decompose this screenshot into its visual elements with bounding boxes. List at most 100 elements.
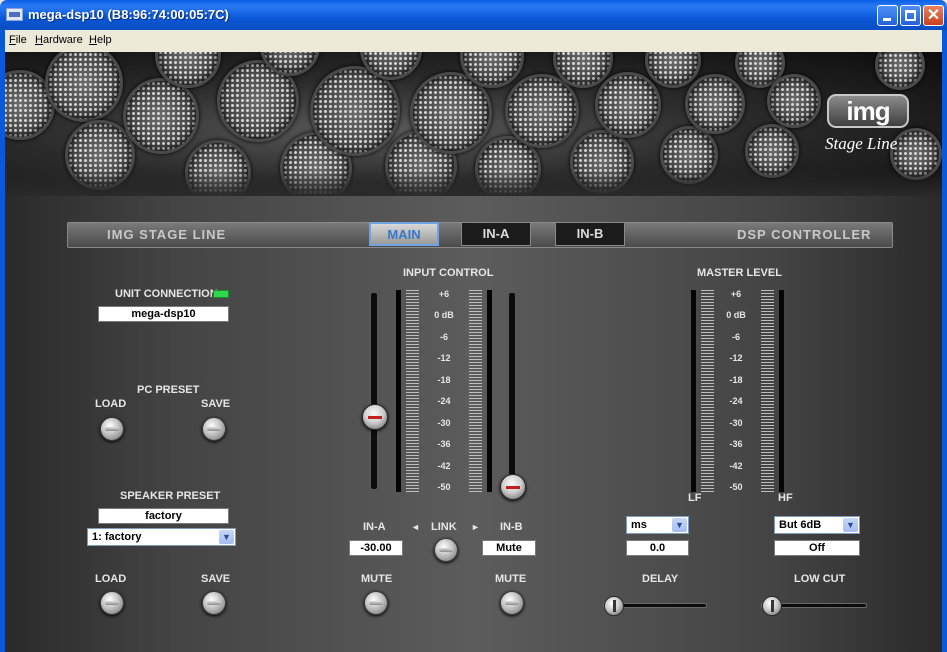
close-button[interactable]: ✕ [923,5,944,26]
in-a-fader-track [370,292,378,490]
minimize-icon [883,18,891,21]
window-border-right [942,30,947,652]
speaker-save-label: SAVE [201,573,231,585]
link-button[interactable] [434,538,458,562]
mute-a-button[interactable] [364,591,388,615]
speaker-preset-label: SPEAKER PRESET [120,490,221,502]
maximize-button[interactable] [900,5,921,26]
close-icon: ✕ [926,7,941,24]
master-scale-tick: +6 [730,289,742,299]
delay-slider-handle[interactable] [604,596,624,616]
input-scale-tick: -12 [437,353,451,363]
brand-label: IMG STAGE LINE [107,227,227,242]
menu-hardware[interactable]: Hardware [35,34,83,46]
speaker-load-label: LOAD [95,573,127,585]
menu-bar: File Hardware Help [5,30,942,52]
master-scale-tick: -18 [729,375,743,385]
speaker-grille [45,52,123,122]
input-scale-tick: -42 [437,461,451,471]
delay-unit-select-value: ms [631,519,647,531]
pc-save-label: SAVE [201,398,231,410]
pc-preset-label: PC PRESET [137,384,200,396]
master-lf-meter [691,290,696,492]
in-b-fader-track [508,292,516,490]
master-scale-tick: -36 [729,439,743,449]
speaker-banner: img Stage Line [5,52,942,196]
chevron-down-icon[interactable]: ▼ [843,518,858,532]
speaker-load-button[interactable] [100,591,124,615]
window-title: mega-dsp10 (B8:96:74:00:05:7C) [28,7,229,22]
input-scale-tick: 0 dB [434,310,454,320]
title-bar[interactable]: mega-dsp10 (B8:96:74:00:05:7C) ✕ [0,0,947,30]
chevron-down-icon[interactable]: ▼ [219,530,234,544]
speaker-grille [685,74,745,134]
speaker-grille [505,74,579,148]
link-right-arrow-icon: ► [471,522,480,532]
speaker-preset-select[interactable]: 1: factory ▼ [87,528,236,546]
speaker-grille [875,52,925,90]
minimize-button[interactable] [877,5,898,26]
tab-in-a[interactable]: IN-A [461,222,531,246]
master-lf-scale [701,290,714,492]
mute-b-button[interactable] [500,591,524,615]
delay-value-field[interactable]: 0.0 [626,540,689,556]
chevron-down-icon[interactable]: ▼ [672,518,687,532]
speaker-grille [595,72,661,138]
in-b-label: IN-B [500,521,523,533]
in-a-value-field[interactable]: -30.00 [349,540,403,556]
master-scale-tick: -6 [731,332,740,342]
master-hf-meter [779,290,784,492]
in-b-value-field[interactable]: Mute [482,540,536,556]
input-scale-tick: -6 [439,332,448,342]
lf-label: LF [688,492,702,504]
input-scale-tick: -30 [437,418,451,428]
brand-tagline: Stage Line [825,134,898,153]
lowcut-slider-handle[interactable] [762,596,782,616]
master-scale-tick: 0 dB [726,310,746,320]
master-scale-tick: -24 [729,396,743,406]
banner-shadow [5,170,942,196]
in-a-fader-handle[interactable] [362,404,388,430]
unit-name-field[interactable]: mega-dsp10 [98,306,229,322]
mute-b-label: MUTE [495,573,527,585]
link-left-arrow-icon: ◄ [411,522,420,532]
speaker-preset-name-field[interactable]: factory [98,508,229,524]
speaker-save-button[interactable] [202,591,226,615]
app-icon [6,8,23,21]
menu-file[interactable]: File [9,34,27,46]
main-panel: IMG STAGE LINE DSP CONTROLLER MAIN IN-A … [5,196,942,652]
input-scale-tick: -18 [437,375,451,385]
speaker-grille [123,78,199,154]
input-control-label: INPUT CONTROL [403,267,494,279]
menu-help[interactable]: Help [89,34,112,46]
pc-load-label: LOAD [95,398,127,410]
in-b-fader-handle[interactable] [500,474,526,500]
unit-connection-label: UNIT CONNECTION [115,288,218,300]
lowcut-label: LOW CUT [794,573,846,585]
pc-save-button[interactable] [202,417,226,441]
mute-a-label: MUTE [361,573,393,585]
master-scale-tick: -50 [729,482,743,492]
master-scale-tick: -12 [729,353,743,363]
hf-label: HF [778,492,793,504]
speaker-grille [767,74,821,128]
tab-main[interactable]: MAIN [369,222,439,246]
in-a-label: IN-A [363,521,386,533]
input-scale-tick: -50 [437,482,451,492]
lowcut-value-field[interactable]: Off [774,540,860,556]
input-scale-tick: +6 [438,289,450,299]
input-scale-tick: -36 [437,439,451,449]
input-scale-tick: -24 [437,396,451,406]
lowcut-filter-select[interactable]: But 6dB ▼ [774,516,860,534]
img-logo: img [827,94,909,128]
tab-in-b[interactable]: IN-B [555,222,625,246]
lowcut-filter-select-value: But 6dB [779,519,822,531]
in-a-scale [406,290,419,492]
delay-unit-select[interactable]: ms ▼ [626,516,689,534]
product-label: DSP CONTROLLER [737,227,872,242]
speaker-preset-select-value: 1: factory [92,531,142,543]
pc-load-button[interactable] [100,417,124,441]
delay-label: DELAY [642,573,679,585]
maximize-icon [905,10,916,21]
connection-led [213,290,229,298]
